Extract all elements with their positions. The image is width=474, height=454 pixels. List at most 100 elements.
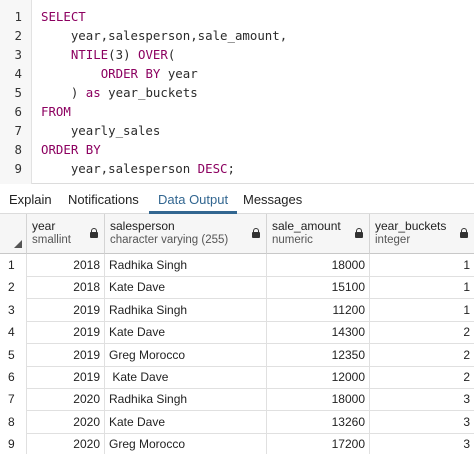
column-type: integer xyxy=(375,234,411,246)
cell-year-buckets[interactable]: 3 xyxy=(370,433,474,454)
table-row[interactable]: 4 2019 Kate Dave 14300 2 xyxy=(0,321,474,345)
code-line[interactable]: 9 year,salesperson DESC; xyxy=(0,159,474,178)
column-name: year_buckets xyxy=(375,219,447,233)
code-text: ORDER BY year xyxy=(41,64,198,83)
code-token: ( xyxy=(167,47,176,62)
cell-year[interactable]: 2019 xyxy=(27,298,105,322)
cell-year-buckets[interactable]: 2 xyxy=(370,344,474,367)
line-number: 4 xyxy=(14,66,22,81)
table-row[interactable]: 9 2020 Greg Morocco 17200 3 xyxy=(0,433,474,454)
code-token: year xyxy=(160,66,198,81)
row-number[interactable]: 8 xyxy=(0,410,27,434)
keyword-token: OVER xyxy=(138,47,168,62)
code-token: year,salesperson xyxy=(41,161,198,176)
tab-messages[interactable]: Messages xyxy=(234,186,311,214)
tab-explain[interactable]: Explain xyxy=(0,186,61,214)
row-number[interactable]: 4 xyxy=(0,321,27,345)
cell-year-buckets[interactable]: 2 xyxy=(370,366,474,389)
code-line[interactable]: 5 ) as year_buckets xyxy=(0,83,474,102)
code-token: (3) xyxy=(108,47,138,62)
code-token: year_buckets xyxy=(100,85,198,100)
cell-salesperson[interactable]: Kate Dave xyxy=(105,321,267,345)
cell-sale-amount[interactable]: 13260 xyxy=(267,410,370,434)
code-line[interactable]: 6 FROM xyxy=(0,102,474,121)
row-number[interactable]: 1 xyxy=(0,254,27,277)
cell-sale-amount[interactable]: 18000 xyxy=(267,388,370,412)
cell-salesperson[interactable]: Greg Morocco xyxy=(105,433,267,454)
code-text: ORDER BY xyxy=(41,140,101,159)
cell-year[interactable]: 2018 xyxy=(27,254,105,277)
table-row[interactable]: 3 2019 Radhika Singh 11200 1 xyxy=(0,298,474,322)
cell-year[interactable]: 2018 xyxy=(27,276,105,300)
code-text: ) as year_buckets xyxy=(41,83,198,102)
cell-year-buckets[interactable]: 2 xyxy=(370,321,474,344)
cell-salesperson[interactable]: Radhika Singh xyxy=(105,254,267,277)
column-header-year[interactable]: year smallint xyxy=(27,214,105,254)
row-number[interactable]: 6 xyxy=(0,366,27,389)
table-row[interactable]: 1 2018 Radhika Singh 18000 1 xyxy=(0,254,474,277)
column-header-sale-amount[interactable]: sale_amount numeric xyxy=(267,214,370,254)
cell-sale-amount[interactable]: 14300 xyxy=(267,321,370,345)
data-output-grid: year smallint salesperson character vary… xyxy=(0,214,474,454)
row-number[interactable]: 7 xyxy=(0,388,27,412)
cell-salesperson[interactable]: Radhika Singh xyxy=(105,388,267,412)
cell-salesperson[interactable]: Kate Dave xyxy=(105,410,267,434)
line-number: 2 xyxy=(14,28,22,43)
cell-sale-amount[interactable]: 18000 xyxy=(267,254,370,277)
keyword-token: SELECT xyxy=(41,9,86,24)
column-name: sale_amount xyxy=(272,219,341,233)
code-text: year,salesperson,sale_amount, xyxy=(41,26,287,45)
cell-sale-amount[interactable]: 12000 xyxy=(267,366,370,389)
cell-year[interactable]: 2019 xyxy=(27,343,105,367)
table-row[interactable]: 6 2019 Kate Dave 12000 2 xyxy=(0,366,474,389)
tab-notifications[interactable]: Notifications xyxy=(59,186,148,214)
keyword-token: as xyxy=(85,85,101,100)
cell-year[interactable]: 2020 xyxy=(27,410,105,434)
code-line[interactable]: 7 yearly_sales xyxy=(0,121,474,140)
column-type: smallint xyxy=(32,234,71,246)
keyword-token: DESC xyxy=(197,161,228,176)
table-row[interactable]: 7 2020 Radhika Singh 18000 3 xyxy=(0,388,474,412)
cell-year-buckets[interactable]: 3 xyxy=(370,388,474,411)
column-header-salesperson[interactable]: salesperson character varying (255) xyxy=(105,214,267,254)
cell-year[interactable]: 2019 xyxy=(27,321,105,345)
cell-salesperson[interactable]: Greg Morocco xyxy=(105,343,267,367)
line-number: 7 xyxy=(14,123,22,138)
cell-salesperson[interactable]: Kate Dave xyxy=(105,366,267,389)
cell-sale-amount[interactable]: 12350 xyxy=(267,343,370,367)
row-number[interactable]: 9 xyxy=(0,433,27,454)
cell-sale-amount[interactable]: 11200 xyxy=(267,298,370,322)
cell-year-buckets[interactable]: 1 xyxy=(370,276,474,299)
cell-sale-amount[interactable]: 17200 xyxy=(267,433,370,454)
column-header-year-buckets[interactable]: year_buckets integer xyxy=(370,214,474,254)
code-line[interactable]: 1 SELECT xyxy=(0,7,474,26)
query-editor[interactable]: 1 SELECT 2 year,salesperson,sale_amount, 3 … xyxy=(0,0,474,184)
line-number: 1 xyxy=(14,9,22,24)
cell-year[interactable]: 2020 xyxy=(27,433,105,454)
row-number[interactable]: 2 xyxy=(0,276,27,300)
table-row[interactable]: 8 2020 Kate Dave 13260 3 xyxy=(0,410,474,434)
table-row[interactable]: 2 2018 Kate Dave 15100 1 xyxy=(0,276,474,300)
cell-year[interactable]: 2020 xyxy=(27,388,105,412)
code-text: SELECT xyxy=(41,7,86,26)
cell-year-buckets[interactable]: 1 xyxy=(370,299,474,322)
cell-salesperson[interactable]: Radhika Singh xyxy=(105,298,267,322)
row-number-header[interactable] xyxy=(0,214,27,254)
table-row[interactable]: 5 2019 Greg Morocco 12350 2 xyxy=(0,343,474,367)
cell-year-buckets[interactable]: 1 xyxy=(370,254,474,277)
cell-year[interactable]: 2019 xyxy=(27,366,105,389)
cell-sale-amount[interactable]: 15100 xyxy=(267,276,370,300)
cell-year-buckets[interactable]: 3 xyxy=(370,411,474,434)
code-token: ; xyxy=(227,161,235,176)
code-line[interactable]: 3 NTILE(3) OVER( xyxy=(0,45,474,64)
column-name: salesperson xyxy=(110,219,175,233)
row-number[interactable]: 5 xyxy=(0,343,27,367)
lock-icon xyxy=(355,228,363,238)
code-line[interactable]: 8 ORDER BY xyxy=(0,140,474,159)
row-number[interactable]: 3 xyxy=(0,298,27,322)
tab-data-output[interactable]: Data Output xyxy=(149,186,238,214)
cell-salesperson[interactable]: Kate Dave xyxy=(105,276,267,300)
select-all-corner-icon[interactable] xyxy=(14,240,22,248)
code-line[interactable]: 2 year,salesperson,sale_amount, xyxy=(0,26,474,45)
code-line[interactable]: 4 ORDER BY year xyxy=(0,64,474,83)
